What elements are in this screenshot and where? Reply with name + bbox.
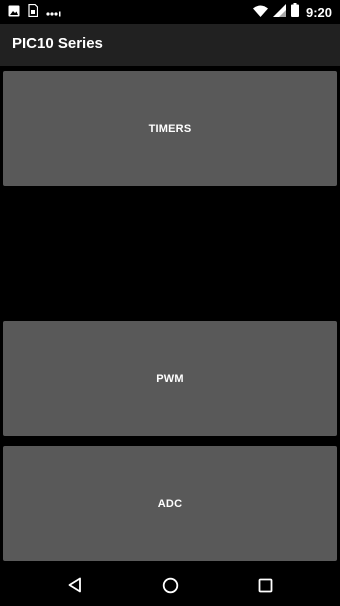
status-time: 9:20 [305, 5, 332, 20]
home-icon[interactable] [160, 575, 180, 595]
status-bar: 9:20 [0, 0, 340, 24]
sim-card-icon [28, 3, 39, 22]
app-bar: PIC10 Series [0, 24, 340, 66]
pwm-button-label: PWM [156, 372, 184, 385]
pwm-button[interactable]: PWM [3, 321, 337, 436]
recents-icon[interactable] [255, 575, 275, 595]
battery-icon [290, 3, 299, 22]
wifi-icon [252, 4, 268, 22]
signal-icon [272, 3, 286, 22]
adc-button[interactable]: ADC [3, 446, 337, 561]
timers-button-label: TIMERS [148, 122, 192, 135]
timers-button[interactable]: TIMERS [3, 71, 337, 186]
status-bar-notifications [8, 3, 62, 22]
navigation-bar [0, 563, 340, 606]
more-dots-icon [46, 4, 62, 22]
image-icon [8, 4, 20, 22]
page-title: PIC10 Series [12, 35, 103, 52]
back-icon[interactable] [65, 575, 85, 595]
status-bar-system: 9:20 [252, 3, 332, 22]
adc-button-label: ADC [157, 497, 183, 510]
